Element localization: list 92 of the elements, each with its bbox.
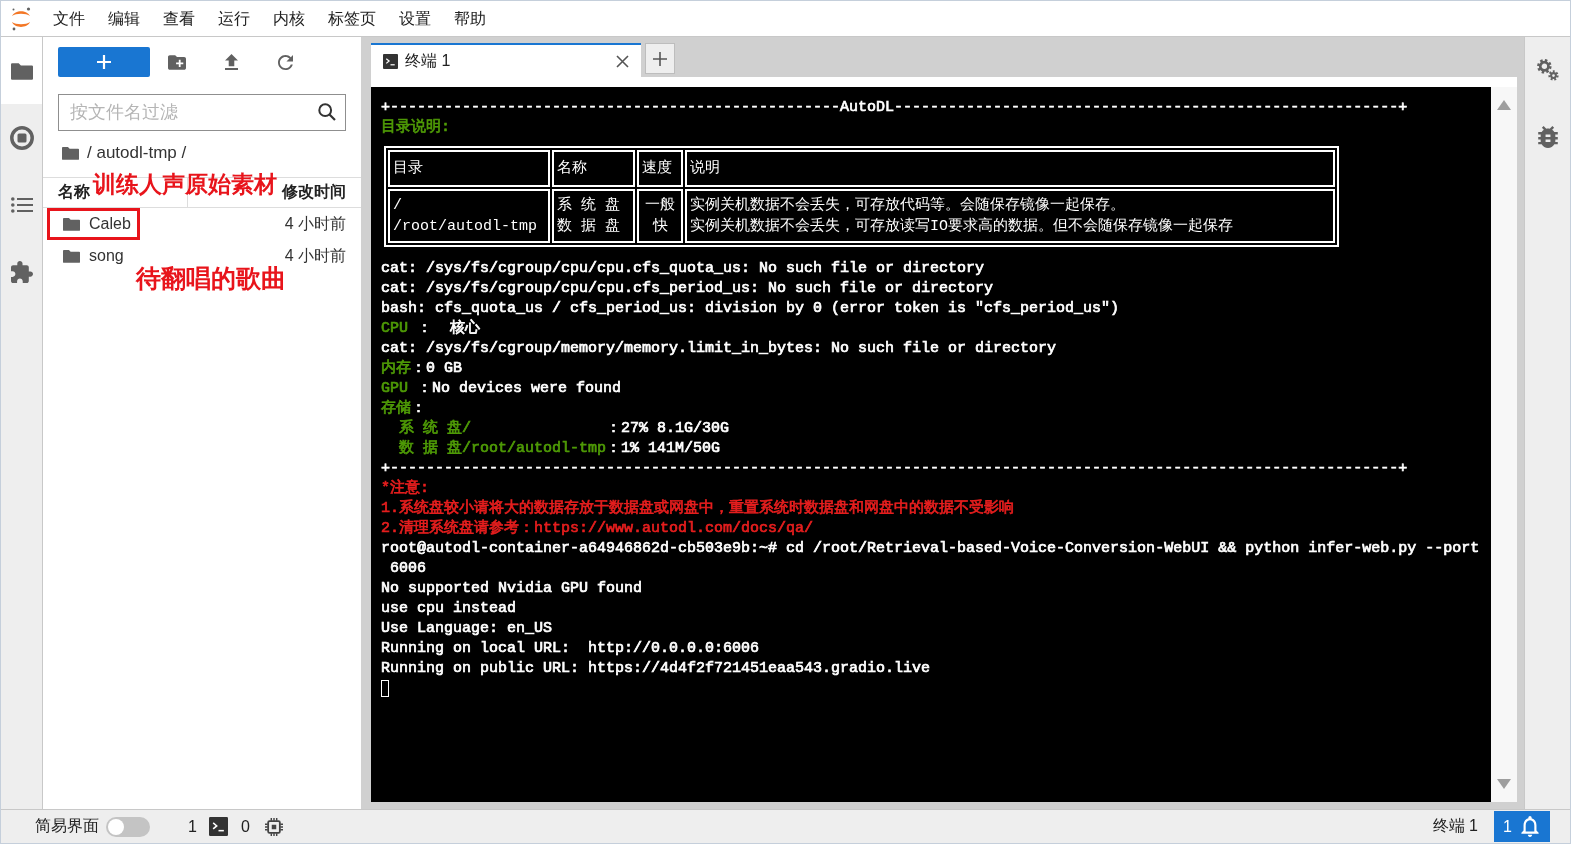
tab[interactable]: 终端 1 — [371, 43, 641, 77]
terminal-text: root@autodl-container-a64946862d-cb503e9b:~# cd /root/Retrieval-based-Voice-Conversion-WebUI && python infer-web.py --port — [381, 540, 1480, 557]
terminal-text: Running on local URL: http://0.0.0.0:6006 — [381, 640, 760, 657]
terminal-text: GPU — [381, 380, 408, 397]
terminal-text: *注意: — [381, 480, 429, 497]
menu-item[interactable]: 内核 — [273, 8, 305, 29]
menu-item[interactable]: 编辑 — [108, 8, 140, 29]
breadcrumb-path[interactable]: / autodl-tmp / — [87, 143, 187, 163]
terminal-text: 目录说明: — [381, 119, 450, 136]
close-icon[interactable] — [616, 54, 629, 68]
column-header[interactable]: 修改时间 — [282, 182, 346, 203]
modified-time: 4 小时前 — [284, 213, 346, 234]
folder-icon — [63, 249, 80, 263]
toggle-switch[interactable] — [106, 816, 150, 837]
simple-mode-label: 简易界面 — [35, 816, 99, 836]
bell-icon — [1520, 816, 1539, 837]
menu-item[interactable]: 运行 — [218, 8, 250, 29]
cell-text: 系 统 盘 — [557, 197, 620, 214]
new-folder-icon[interactable] — [168, 54, 186, 70]
terminal-text: ： 核心 — [416, 320, 481, 337]
kernel-count: 0 — [240, 817, 250, 836]
plus-icon — [97, 55, 111, 69]
column-header[interactable]: 名称 — [58, 182, 90, 203]
terminal-cursor — [381, 679, 389, 697]
filter-field[interactable]: 按文件名过滤 — [58, 94, 346, 131]
new-launcher-button[interactable] — [58, 47, 150, 77]
table-header-cell: 说明 — [685, 150, 1335, 187]
new-tab-button[interactable] — [645, 43, 675, 74]
cell-text: 一般 — [645, 197, 675, 214]
annotation-text: 待翻唱的歌曲 — [136, 266, 286, 291]
terminal-count: 1 — [188, 817, 197, 836]
cell-text: /root/autodl-tmp — [393, 218, 538, 235]
menu-item[interactable]: 文件 — [53, 8, 85, 29]
terminal-text: 6006 — [389, 560, 426, 577]
bug-icon[interactable] — [1537, 126, 1558, 148]
terminal-text: No supported Nvidia GPU found — [381, 580, 643, 597]
terminal-text: +----------------------------------------------------------------------------------------------------------------+ — [381, 460, 1408, 477]
menu-item[interactable]: 设置 — [399, 8, 431, 29]
menu-item[interactable]: 标签页 — [328, 8, 376, 29]
terminal-text: CPU — [381, 320, 408, 337]
terminal-text: bash: cfs_quota_us / cfs_period_us: division by 0 (error token is "cfs_period_us") — [381, 300, 1120, 317]
terminal-text: 2.清理系统盘请参考：https://www.autodl.com/docs/qa/ — [381, 520, 814, 537]
cell-text: 实例关机数据不会丢失，可存放代码等。会随保存镜像一起保存。 — [690, 197, 1125, 214]
logo-icon — [10, 6, 32, 31]
terminal-text: cat: /sys/fs/cgroup/memory/memory.limit_in_bytes: No such file or directory — [381, 340, 1057, 357]
file-name[interactable]: song — [89, 247, 124, 265]
folder-icon — [62, 146, 79, 160]
terminal-text: +--------------------------------------------------AutoDL--------------------------------------------------------+ — [381, 99, 1408, 116]
list-icon — [10, 195, 33, 214]
terminal-text: 存储 — [381, 400, 411, 417]
terminal-text: ：27% 8.1G/30G — [605, 420, 730, 437]
terminal-text: cat: /sys/fs/cgroup/cpu/cpu.cfs_quota_us: No such file or directory — [381, 260, 985, 277]
table-header-cell: 目录 — [388, 150, 550, 187]
notification-button[interactable]: 1 — [1494, 811, 1550, 842]
terminal-text: Use Language: en_US — [381, 620, 553, 637]
refresh-icon[interactable] — [277, 54, 293, 70]
upload-icon[interactable] — [224, 54, 238, 70]
folder-icon — [10, 61, 33, 80]
cell-text: 实例关机数据不会丢失，可存放读写IO要求高的数据。但不会随保存镜像一起保存 — [690, 218, 1233, 235]
terminal-icon — [383, 53, 398, 69]
menu-item[interactable]: 查看 — [163, 8, 195, 29]
current-activity: 终端 1 — [1432, 816, 1478, 836]
terminal-text: ： — [411, 400, 426, 417]
terminal-text: cat: /sys/fs/cgroup/cpu/cpu.cfs_period_us: No such file or directory — [381, 280, 994, 297]
cell-text: / — [393, 197, 402, 214]
terminal-text: Running on public URL: https://4d4f2f721451eaa543.gradio.live — [381, 660, 931, 677]
search-icon[interactable] — [318, 103, 336, 121]
plus-icon — [653, 51, 667, 66]
terminal-text: 数 据 盘/root/autodl-tmp — [398, 440, 607, 457]
terminal-text: use cpu instead — [381, 600, 517, 617]
terminal-icon[interactable] — [208, 817, 228, 836]
terminal-text: 内存 — [381, 360, 411, 377]
file-name[interactable]: Caleb — [89, 215, 131, 233]
annotation-text: 训练人声原始素材 — [93, 173, 277, 196]
menu-item[interactable]: 帮助 — [454, 8, 486, 29]
terminal-text: ：0 GB — [411, 360, 462, 377]
sidebar-tab[interactable] — [1, 37, 42, 104]
folder-icon — [63, 217, 80, 231]
terminal-text: ：No devices were found — [416, 380, 622, 397]
table-header-cell: 名称 — [552, 150, 635, 187]
modified-time: 4 小时前 — [284, 245, 346, 266]
cell-text: 快 — [652, 218, 668, 235]
gears-icon[interactable] — [1536, 59, 1559, 81]
cell-text: 数 据 盘 — [557, 218, 620, 235]
stop-circle-icon — [9, 125, 34, 150]
chip-icon[interactable] — [264, 817, 283, 836]
puzzle-icon — [10, 260, 33, 283]
terminal-text: ：1% 141M/50G — [606, 440, 721, 457]
terminal-panel[interactable] — [371, 87, 1491, 802]
terminal-text: 系 统 盘/ — [398, 420, 471, 437]
terminal-text: 1.系统盘较小请将大的数据存放于数据盘或网盘中，重置系统时数据盘和网盘中的数据不受影响 — [381, 500, 1014, 517]
table-header-cell: 速度 — [637, 150, 683, 187]
